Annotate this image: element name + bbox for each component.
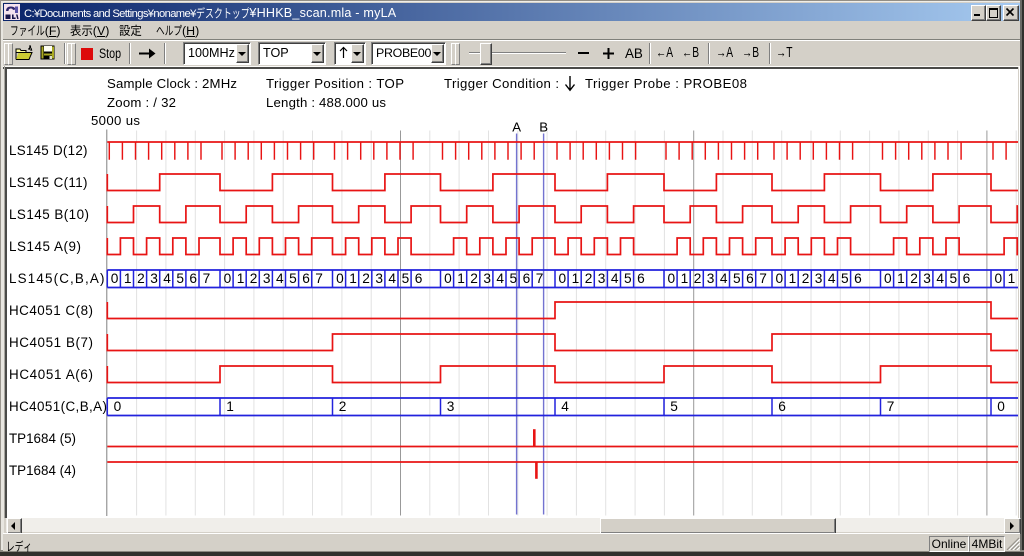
svg-text:7: 7: [536, 271, 544, 286]
svg-text:7: 7: [315, 271, 323, 286]
svg-text:TP1684 (4): TP1684 (4): [9, 463, 76, 478]
svg-text:LS145(C,B,A): LS145(C,B,A): [9, 271, 105, 286]
svg-text:0: 0: [114, 399, 122, 414]
svg-text:B: B: [539, 120, 548, 135]
svg-text:1: 1: [572, 271, 580, 286]
svg-text:5: 5: [402, 271, 410, 286]
svg-text:7: 7: [887, 399, 895, 414]
svg-text:6: 6: [523, 271, 531, 286]
svg-text:1: 1: [349, 271, 357, 286]
svg-text:6: 6: [302, 271, 310, 286]
svg-text:HC4051(C,B,A): HC4051(C,B,A): [9, 399, 107, 414]
svg-text:0: 0: [444, 271, 452, 286]
svg-text:4: 4: [163, 271, 171, 286]
svg-text:1: 1: [457, 271, 465, 286]
svg-text:4: 4: [828, 271, 836, 286]
svg-text:1: 1: [789, 271, 797, 286]
svg-text:1: 1: [1008, 271, 1016, 286]
svg-text:4: 4: [388, 271, 396, 286]
svg-text:3: 3: [923, 271, 931, 286]
svg-text:3: 3: [263, 271, 271, 286]
svg-text:0: 0: [336, 271, 344, 286]
svg-text:LS145 B(10): LS145 B(10): [9, 207, 89, 222]
svg-text:LS145 A(9): LS145 A(9): [9, 239, 81, 254]
svg-text:Trigger Position : TOP: Trigger Position : TOP: [266, 76, 404, 91]
svg-text:Trigger Probe : PROBE08: Trigger Probe : PROBE08: [585, 76, 747, 91]
svg-text:5: 5: [624, 271, 632, 286]
svg-text:1: 1: [681, 271, 689, 286]
svg-text:4: 4: [720, 271, 728, 286]
svg-text:HC4051 C(8): HC4051 C(8): [9, 303, 93, 318]
svg-text:LS145 C(11): LS145 C(11): [9, 175, 88, 190]
svg-text:0: 0: [667, 271, 675, 286]
svg-text:2: 2: [470, 271, 478, 286]
svg-text:6: 6: [189, 271, 197, 286]
svg-text:2: 2: [694, 271, 702, 286]
svg-text:0: 0: [224, 271, 232, 286]
svg-text:6: 6: [778, 399, 786, 414]
svg-text:2: 2: [585, 271, 593, 286]
svg-text:2: 2: [910, 271, 918, 286]
svg-text:2: 2: [802, 271, 810, 286]
svg-text:5: 5: [949, 271, 957, 286]
svg-text:0: 0: [994, 271, 1002, 286]
svg-text:5: 5: [733, 271, 741, 286]
svg-text:Zoom : / 32: Zoom : / 32: [107, 95, 176, 110]
svg-text:HC4051 A(6): HC4051 A(6): [9, 367, 93, 382]
svg-text:Length : 488.000 us: Length : 488.000 us: [266, 95, 386, 110]
svg-text:3: 3: [707, 271, 715, 286]
svg-text:TP1684 (5): TP1684 (5): [9, 431, 76, 446]
svg-text:1: 1: [226, 399, 234, 414]
svg-text:6: 6: [963, 271, 971, 286]
svg-text:Trigger Condition :: Trigger Condition :: [444, 76, 559, 91]
svg-text:6: 6: [415, 271, 423, 286]
svg-text:1: 1: [897, 271, 905, 286]
svg-text:3: 3: [815, 271, 823, 286]
svg-text:3: 3: [483, 271, 491, 286]
svg-text:0: 0: [884, 271, 892, 286]
svg-text:5: 5: [509, 271, 517, 286]
svg-text:A: A: [512, 120, 521, 135]
svg-text:3: 3: [375, 271, 383, 286]
svg-text:1: 1: [124, 271, 132, 286]
svg-text:5000 us: 5000 us: [91, 113, 140, 128]
svg-text:0: 0: [775, 271, 783, 286]
svg-text:2: 2: [250, 271, 258, 286]
svg-text:2: 2: [137, 271, 145, 286]
svg-text:7: 7: [203, 271, 211, 286]
svg-text:4: 4: [936, 271, 944, 286]
svg-text:0: 0: [997, 399, 1005, 414]
svg-text:5: 5: [176, 271, 184, 286]
svg-text:2: 2: [339, 399, 347, 414]
svg-text:Sample Clock : 2MHz: Sample Clock : 2MHz: [107, 76, 237, 91]
svg-text:3: 3: [598, 271, 606, 286]
svg-text:3: 3: [150, 271, 158, 286]
svg-text:6: 6: [637, 271, 645, 286]
svg-text:3: 3: [447, 399, 455, 414]
svg-text:5: 5: [841, 271, 849, 286]
svg-text:0: 0: [111, 271, 119, 286]
svg-text:6: 6: [746, 271, 754, 286]
svg-text:4: 4: [496, 271, 504, 286]
svg-text:4: 4: [276, 271, 284, 286]
svg-text:4: 4: [561, 399, 569, 414]
svg-text:HC4051 B(7): HC4051 B(7): [9, 335, 93, 350]
svg-text:2: 2: [362, 271, 370, 286]
svg-text:0: 0: [558, 271, 566, 286]
svg-text:4: 4: [611, 271, 619, 286]
svg-text:5: 5: [670, 399, 678, 414]
svg-text:LS145 D(12): LS145 D(12): [9, 143, 88, 158]
svg-text:1: 1: [237, 271, 245, 286]
svg-text:7: 7: [759, 271, 767, 286]
svg-text:5: 5: [289, 271, 297, 286]
svg-text:6: 6: [854, 271, 862, 286]
